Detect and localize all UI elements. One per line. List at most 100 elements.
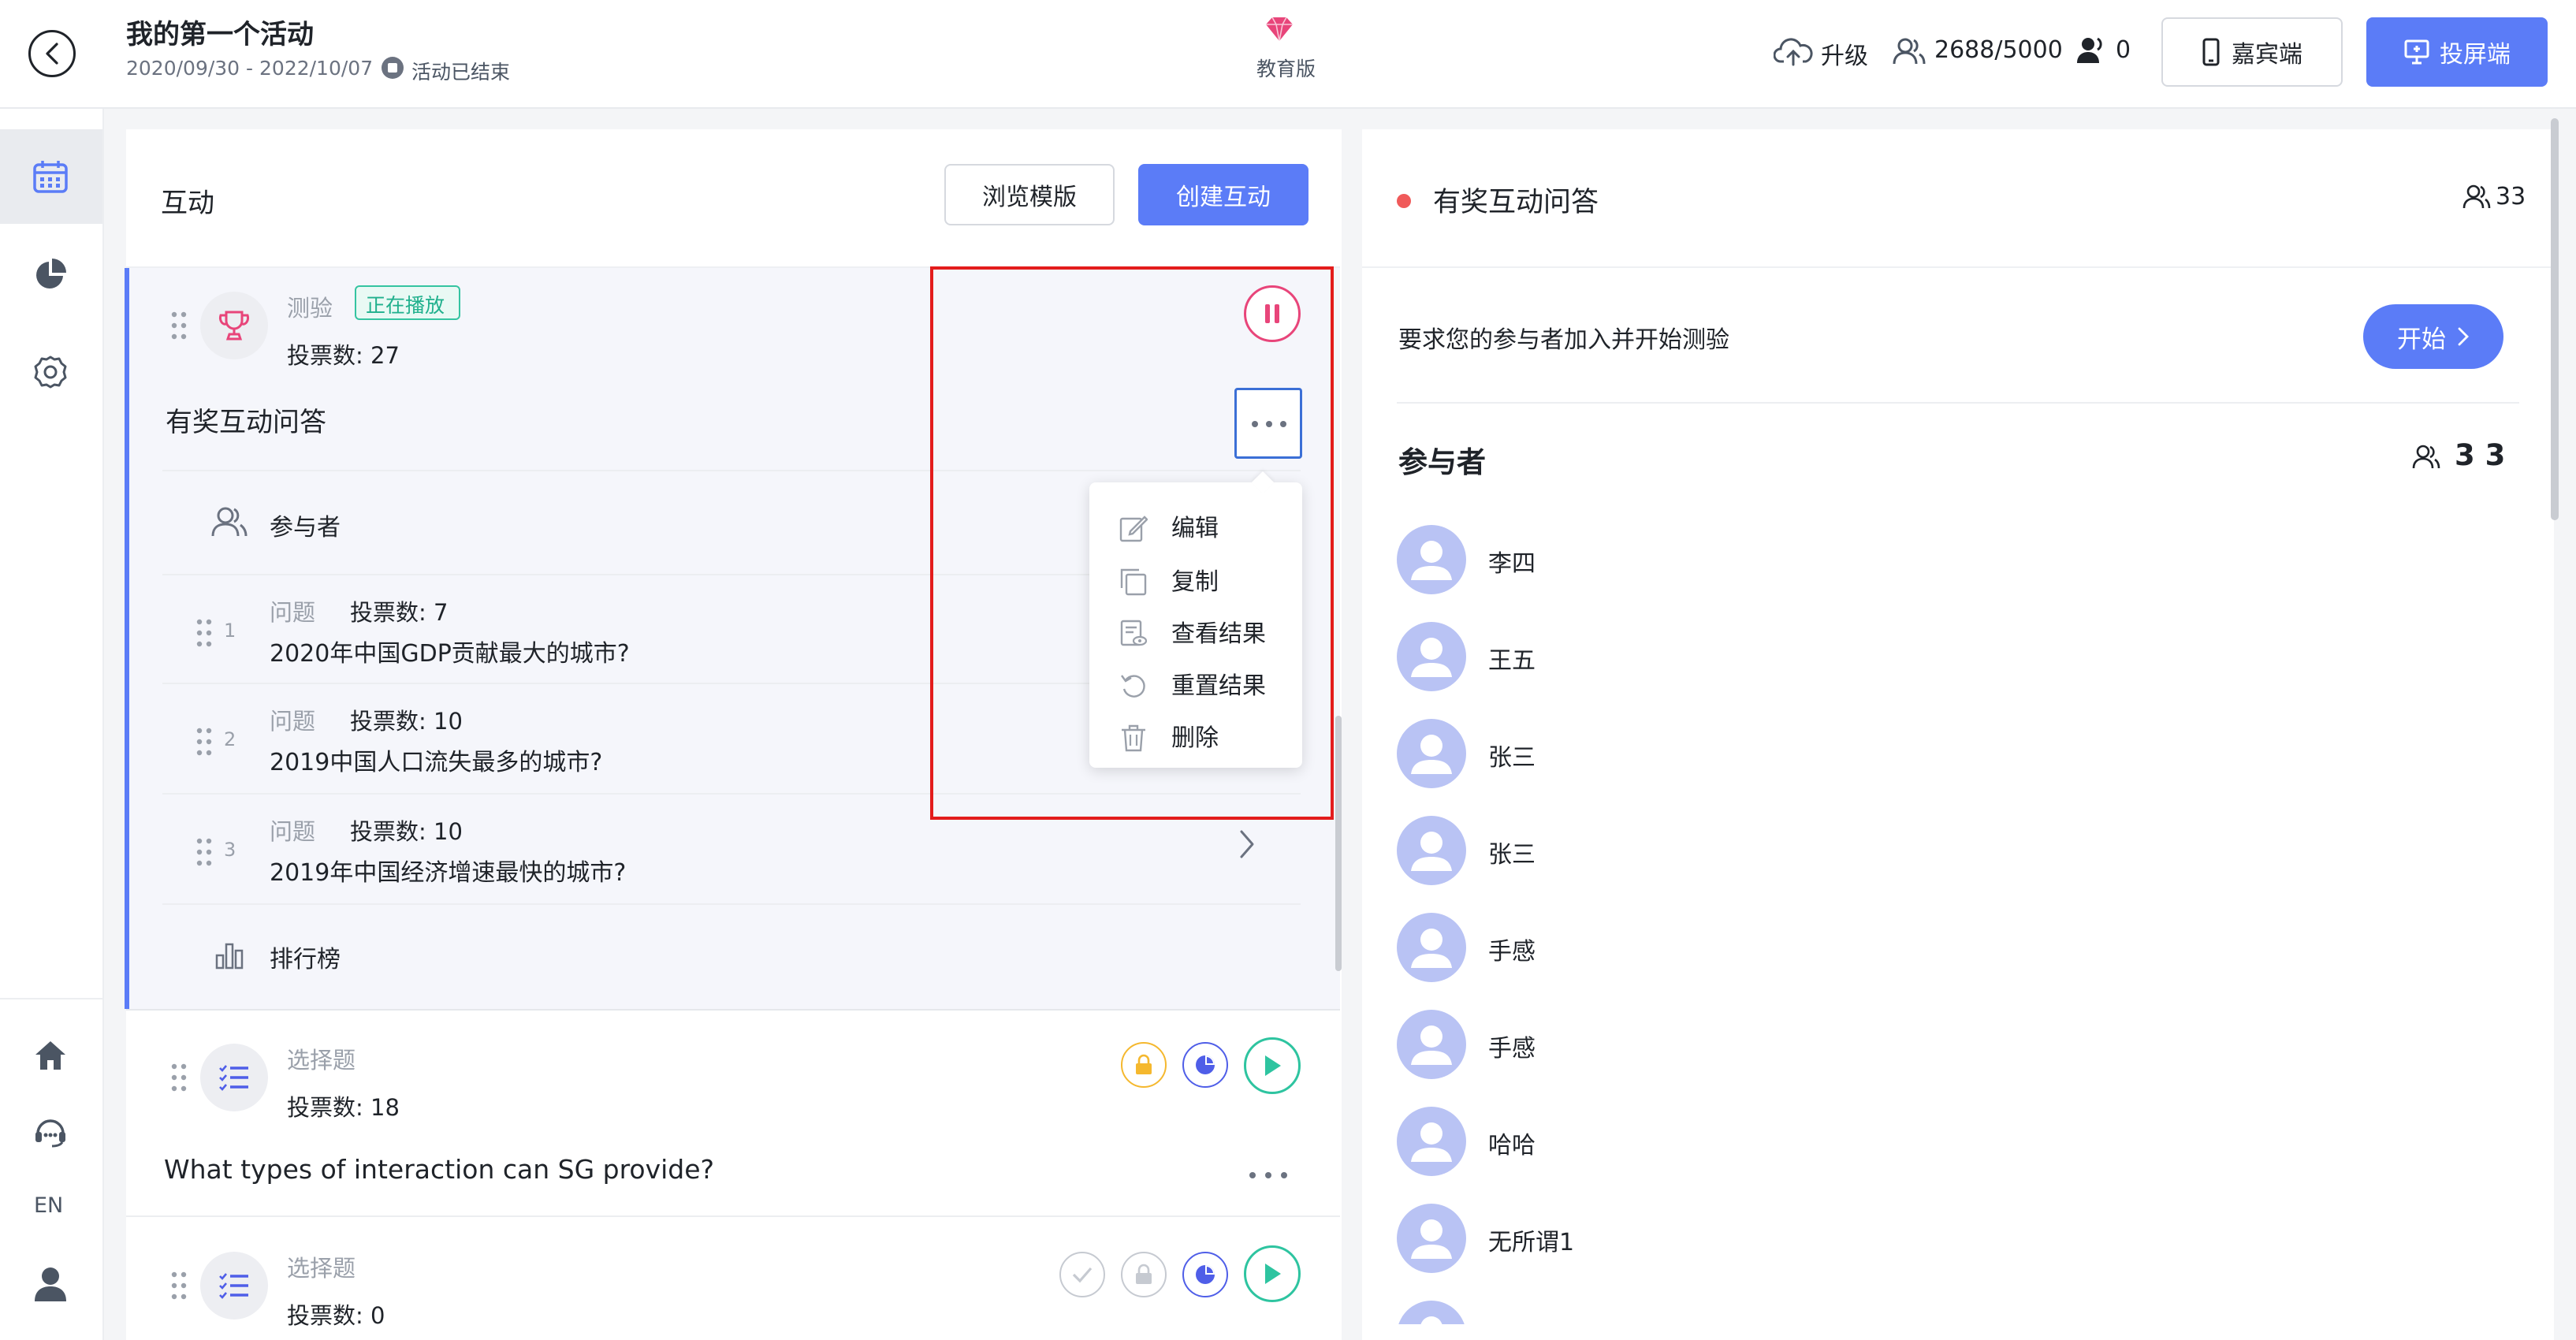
avatar xyxy=(1397,913,1466,982)
play-button[interactable] xyxy=(1244,1245,1301,1302)
checklist-icon xyxy=(219,1273,248,1299)
interactions-scrollbar[interactable] xyxy=(1335,716,1342,971)
participants-icon xyxy=(211,507,248,537)
leaderboard-row[interactable]: 排行榜 xyxy=(162,905,1301,1007)
choice-type-badge xyxy=(200,1252,268,1320)
choice-type-badge xyxy=(200,1044,268,1111)
question-text: 2020年中国GDP贡献最大的城市? xyxy=(270,640,630,668)
capacity-value: 2688/5000 xyxy=(1934,36,2063,64)
drag-handle-icon[interactable] xyxy=(170,1063,188,1092)
stop-status-icon xyxy=(382,57,404,79)
home-icon xyxy=(35,1041,65,1070)
card2-votes: 投票数: 18 xyxy=(287,1094,400,1121)
question-type: 问题 xyxy=(270,599,316,626)
online-users-icon xyxy=(2077,37,2102,63)
participant-name: 哈哈 xyxy=(1488,1132,1536,1159)
chevron-right-icon[interactable] xyxy=(1238,829,1256,859)
cloud-upload-icon xyxy=(1774,38,1813,66)
capacity-indicator: 2688/5000 xyxy=(1892,33,2081,73)
sidebar-item-calendar[interactable] xyxy=(0,129,102,224)
lock-icon xyxy=(1136,1054,1152,1074)
participant-name: 王五 xyxy=(1488,647,1536,675)
online-count: 0 xyxy=(2116,36,2131,64)
check-icon xyxy=(1072,1267,1093,1283)
person-icon xyxy=(1411,541,1452,580)
person-icon xyxy=(1420,1316,1442,1324)
screen-button[interactable]: 投屏端 xyxy=(2366,17,2548,87)
drag-handle-icon[interactable] xyxy=(195,837,213,867)
sidebar-divider xyxy=(0,998,102,999)
active-indicator xyxy=(125,268,129,1009)
pie-chart-icon xyxy=(1196,1055,1215,1074)
detail-scrollbar[interactable] xyxy=(2551,118,2559,520)
screen-button-label: 投屏端 xyxy=(2440,41,2511,69)
pie-chart-icon xyxy=(36,259,66,288)
language-switch[interactable]: EN xyxy=(34,1193,63,1218)
question-index: 1 xyxy=(224,620,236,642)
sidebar-item-profile[interactable] xyxy=(0,1249,102,1320)
participants-count: 3 3 xyxy=(2455,438,2506,472)
chevron-right-icon xyxy=(2458,327,2469,346)
drag-handle-icon[interactable] xyxy=(170,1271,188,1301)
avatar xyxy=(1397,1107,1466,1176)
start-button-label: 开始 xyxy=(2397,325,2446,354)
more-dots-icon[interactable] xyxy=(1249,1171,1288,1179)
phone-icon xyxy=(2202,38,2220,66)
participant-list: 李四 王五 张三 张三 手感 手感 哈哈 无所谓1 这 xyxy=(1362,504,2521,1324)
question-votes: 投票数: 10 xyxy=(350,708,463,735)
question-index: 2 xyxy=(224,728,236,750)
avatar xyxy=(1397,1204,1466,1273)
drag-handle-icon[interactable] xyxy=(195,618,213,648)
participants-icon xyxy=(2462,184,2491,209)
upgrade-link[interactable]: 升级 xyxy=(1774,33,1876,73)
start-prompt: 要求您的参与者加入并开始测验 xyxy=(1398,326,1729,354)
trophy-icon xyxy=(219,311,249,341)
sidebar-item-settings[interactable] xyxy=(0,334,102,410)
now-playing-badge: 正在播放 xyxy=(355,285,460,320)
back-button[interactable] xyxy=(28,30,76,77)
results-button[interactable] xyxy=(1182,1252,1228,1297)
avatar xyxy=(1397,719,1466,788)
drag-handle-icon[interactable] xyxy=(195,727,213,757)
play-button[interactable] xyxy=(1244,1037,1301,1094)
detail-count: 33 xyxy=(2496,183,2526,210)
edition-label: 教育版 xyxy=(1256,58,1316,80)
lock-button[interactable] xyxy=(1121,1042,1167,1088)
participants-heading: 参与者 xyxy=(1398,445,1486,479)
participants-icon xyxy=(2412,445,2440,469)
participant-name: 手感 xyxy=(1488,1035,1536,1063)
start-button[interactable]: 开始 xyxy=(2363,304,2503,369)
browse-templates-button[interactable]: 浏览模版 xyxy=(944,164,1115,225)
lock-button[interactable] xyxy=(1121,1252,1167,1297)
question-votes: 投票数: 7 xyxy=(350,599,449,626)
avatar xyxy=(1397,1301,1466,1324)
diamond-icon xyxy=(1266,17,1293,42)
sidebar-item-support[interactable] xyxy=(0,1097,102,1165)
person-icon xyxy=(1411,929,1452,968)
create-interaction-button[interactable]: 创建互动 xyxy=(1138,164,1308,225)
checklist-icon xyxy=(219,1065,248,1091)
play-icon xyxy=(1265,1055,1281,1076)
guest-button[interactable]: 嘉宾端 xyxy=(2161,17,2343,87)
sidebar-item-home[interactable] xyxy=(0,1022,102,1089)
user-icon xyxy=(35,1267,66,1301)
detail-divider xyxy=(1397,402,2519,404)
highlight-box xyxy=(930,266,1334,820)
calendar-icon xyxy=(33,161,68,193)
question-text: 2019中国人口流失最多的城市? xyxy=(270,749,603,776)
person-icon xyxy=(1411,1025,1452,1065)
card2-type: 选择题 xyxy=(287,1047,356,1074)
check-button[interactable] xyxy=(1059,1252,1105,1297)
drag-handle-icon[interactable] xyxy=(170,311,188,341)
pie-chart-icon xyxy=(1196,1265,1215,1284)
activity-date-range: 2020/09/30 - 2022/10/07 xyxy=(126,57,374,80)
upgrade-label: 升级 xyxy=(1821,43,1868,70)
person-icon xyxy=(1411,832,1452,871)
interactions-title: 互动 xyxy=(161,188,214,219)
settings-icon xyxy=(34,355,67,389)
results-button[interactable] xyxy=(1182,1042,1228,1088)
bar-chart-icon xyxy=(215,943,244,970)
presentation-icon xyxy=(2404,39,2429,65)
sidebar-item-stats[interactable] xyxy=(0,236,102,312)
avatar xyxy=(1397,1010,1466,1079)
